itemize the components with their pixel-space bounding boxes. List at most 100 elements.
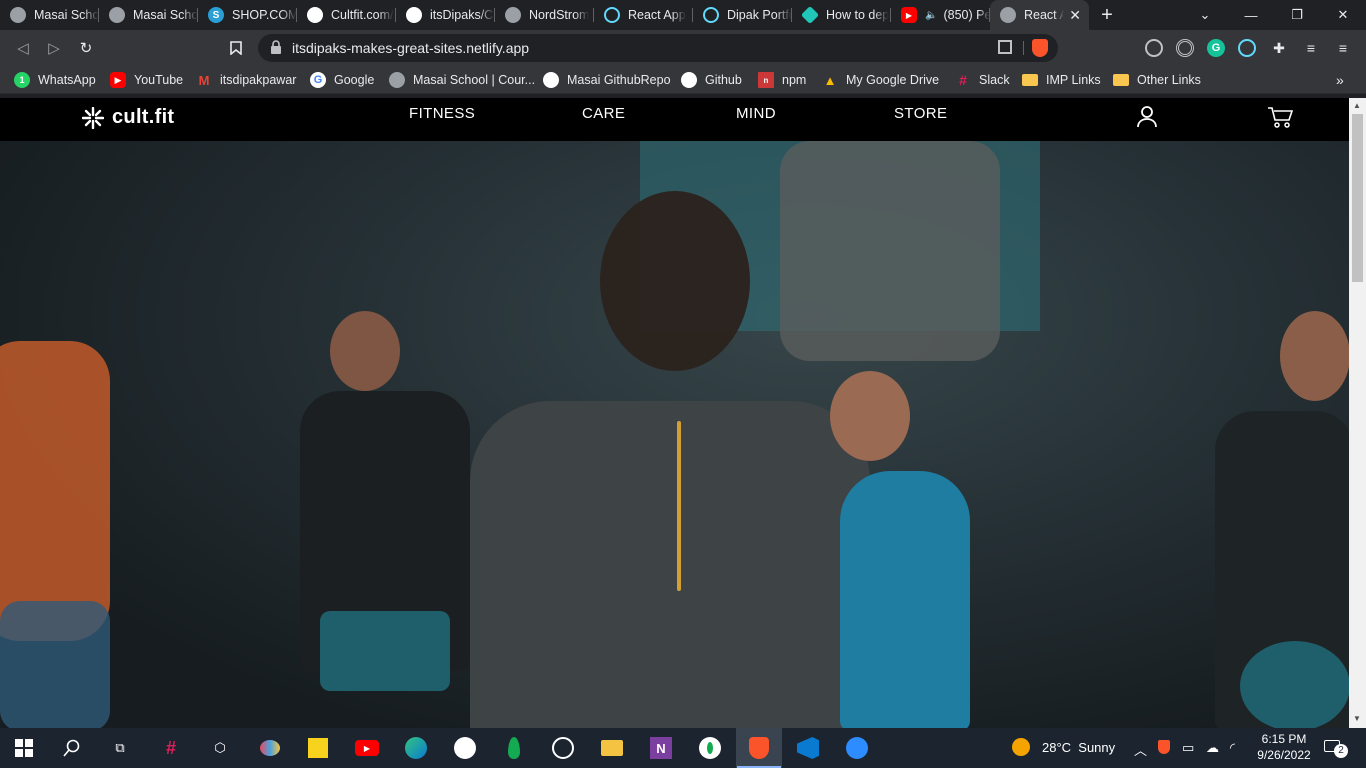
nav-fitness[interactable]: FITNESS [409,105,475,122]
browser-toolbar: ◁ ▷ ↻ itsdipaks-makes-great-sites.netlif… [0,30,1366,66]
edge-icon[interactable] [404,736,428,760]
rewards-icon[interactable] [1176,39,1194,57]
youtube-icon: ▶ [110,72,126,88]
bookmark-github[interactable]: Github [681,71,742,89]
brave-icon[interactable] [737,736,781,768]
nav-care[interactable]: CARE [582,105,625,122]
3d-viewer-icon[interactable]: ⬡ [208,736,232,760]
browser-tab[interactable]: Masai Schoo [99,0,198,30]
url-text[interactable]: itsdipaks-makes-great-sites.netlify.app [292,40,529,56]
gmail-icon: M [198,72,210,88]
bookmark-google-drive[interactable]: ▲ My Google Drive [822,71,940,89]
scrollbar-thumb[interactable] [1352,114,1363,282]
hero-backdrop-shape [677,421,681,591]
battery-icon[interactable]: ▭ [1182,740,1194,756]
slack-icon[interactable]: # [159,736,183,760]
browser-tab[interactable]: Dipak Portfo [693,0,792,30]
weather-widget[interactable]: 28°C Sunny [1012,738,1115,756]
youtube-icon[interactable]: ▶ [355,736,379,760]
vscode-icon[interactable] [796,736,820,760]
bookmarks-overflow-icon[interactable]: » [1336,71,1344,89]
extensions-puzzle-icon[interactable]: ✚ [1270,39,1288,57]
globe-icon [1000,7,1016,23]
bookmark-npm[interactable]: n npm [758,71,806,89]
minimize-button[interactable]: — [1228,0,1274,30]
mongodb-compass-icon[interactable] [698,736,722,760]
address-bar[interactable]: itsdipaks-makes-great-sites.netlify.app [258,34,1058,62]
tab-search-icon[interactable]: ⌄ [1182,0,1228,30]
page-scrollbar[interactable]: ▲ ▼ [1349,98,1366,728]
menu-icon[interactable]: ≡ [1334,39,1352,57]
shop-s-icon: S [208,7,224,23]
whatsapp-icon[interactable] [551,736,575,760]
qr-code-icon[interactable] [998,40,1012,54]
drive-icon: ▲ [823,72,837,88]
github-icon [543,72,559,88]
back-button[interactable]: ◁ [12,37,34,59]
browser-tab[interactable]: itsDipaks/Cu [396,0,495,30]
browser-tab[interactable]: Masai Schoo [0,0,99,30]
hero-backdrop-shape [780,141,1000,361]
github-icon [307,7,323,23]
scroll-up-arrow-icon[interactable]: ▲ [1353,101,1361,110]
browser-tab-active[interactable]: React A ✕ [990,0,1089,30]
onedrive-icon[interactable]: ☁ [1206,740,1219,756]
clock[interactable]: 6:15 PM 9/26/2022 [1252,731,1316,763]
react-icon [604,7,620,23]
hero-video-background [0,141,1349,728]
site-logo[interactable]: cult.fit [82,106,174,129]
mongodb-icon[interactable] [502,736,526,760]
grammarly-icon[interactable]: G [1207,39,1225,57]
lock-icon[interactable] [270,40,282,60]
sticky-notes-icon[interactable] [306,736,330,760]
brave-tray-icon[interactable] [1158,740,1170,754]
bookmark-masai-school[interactable]: Masai School | Cour... [389,71,535,89]
browser-tab[interactable]: How to dep [792,0,891,30]
bookmark-slack[interactable]: # Slack [955,71,1009,89]
bookmark-youtube[interactable]: ▶ YouTube [110,71,183,89]
show-hidden-icons-icon[interactable]: ︿ [1134,740,1147,759]
hero-backdrop-shape [470,401,870,728]
extension-icon[interactable] [1145,39,1163,57]
brave-shields-icon[interactable] [1032,39,1048,57]
paint-icon[interactable] [258,736,282,760]
browser-tab[interactable]: ▶ 🔈 (850) Pe [891,0,990,30]
close-tab-icon[interactable]: ✕ [1069,7,1081,24]
folder-icon [1022,74,1038,86]
bookmark-whatsapp[interactable]: 1 WhatsApp [14,71,96,89]
bookmark-folder-other-links[interactable]: Other Links [1113,71,1201,89]
onenote-icon[interactable]: N [649,736,673,760]
search-icon[interactable] [60,736,84,760]
hero-backdrop-shape [600,191,750,371]
new-tab-button[interactable]: + [1089,0,1125,30]
file-explorer-icon[interactable] [600,736,624,760]
nav-mind[interactable]: MIND [736,105,776,122]
shopping-cart-icon[interactable] [1267,106,1294,133]
sun-icon [1012,738,1030,756]
bookmark-masai-githubrepo[interactable]: Masai GithubRepo [543,71,671,89]
user-profile-icon[interactable] [1137,106,1157,133]
forward-button[interactable]: ▷ [43,37,65,59]
close-window-button[interactable]: ✕ [1320,0,1366,30]
scroll-down-arrow-icon[interactable]: ▼ [1353,714,1361,723]
github-desktop-icon[interactable] [453,736,477,760]
browser-tab[interactable]: React App [594,0,693,30]
browser-tab[interactable]: S SHOP.COM [198,0,297,30]
browser-tab[interactable]: NordStrom [495,0,594,30]
hero-backdrop-shape [830,371,910,461]
task-view-icon[interactable]: ⧉ [108,736,132,760]
wifi-icon[interactable]: ◜ [1230,740,1235,756]
bookmark-this-tab-icon[interactable] [225,37,247,59]
maximize-button[interactable]: ❐ [1274,0,1320,30]
bookmark-gmail[interactable]: Mitsdipakpawar [196,71,297,89]
zoom-icon[interactable] [845,736,869,760]
react-devtools-icon[interactable] [1238,39,1256,57]
reading-list-icon[interactable]: ≡ [1302,39,1320,57]
reload-button[interactable]: ↻ [75,37,97,59]
notification-center-icon[interactable]: 2 [1324,740,1348,758]
nav-store[interactable]: STORE [894,105,947,122]
bookmark-folder-imp-links[interactable]: IMP Links [1022,71,1101,89]
browser-tab[interactable]: Cultfit.com/ [297,0,396,30]
windows-start-icon[interactable] [12,736,36,760]
bookmark-google[interactable]: G Google [310,71,374,89]
